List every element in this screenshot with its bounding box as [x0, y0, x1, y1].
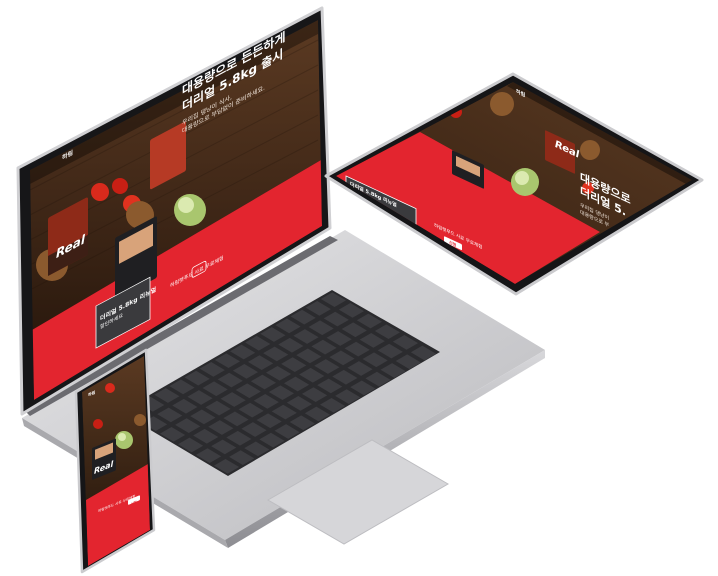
- phone-cabbage-hl: [118, 433, 126, 441]
- phone-tomato-1: [105, 383, 115, 393]
- phone-tomato-2: [93, 419, 103, 429]
- device-mockup-scene: 하림 대용량으로 든든하게 더리얼 5.8kg 출시 우리집 댕냥이 식사, 대…: [0, 0, 718, 576]
- phone-kibble: [134, 414, 146, 426]
- phone-device: Real 하림펫푸드 사료 무료체험 신청 하림: [74, 348, 156, 574]
